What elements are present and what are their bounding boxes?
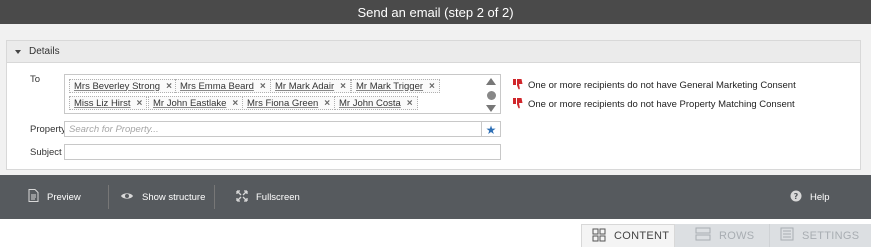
preview-button[interactable]: Preview bbox=[28, 175, 81, 219]
recipient-name: Miss Liz Hirst bbox=[74, 97, 131, 109]
property-search-input[interactable]: Search for Property... ★ bbox=[64, 121, 501, 137]
consent-warning: One or more recipients do not have Gener… bbox=[512, 78, 796, 92]
details-header-label: Details bbox=[29, 46, 60, 57]
svg-text:?: ? bbox=[794, 192, 799, 201]
fullscreen-button[interactable]: Fullscreen bbox=[236, 175, 300, 219]
remove-recipient-icon[interactable]: × bbox=[407, 98, 413, 109]
recipient-name: Mr Mark Trigger bbox=[356, 80, 424, 92]
subject-input[interactable] bbox=[64, 144, 501, 160]
subject-label: Subject bbox=[30, 147, 62, 158]
document-icon bbox=[28, 189, 39, 205]
help-icon: ? bbox=[790, 190, 802, 205]
scroll-down-icon[interactable] bbox=[486, 105, 496, 112]
recipient-name: Mr John Costa bbox=[339, 97, 401, 109]
recipient-name: Mrs Fiona Green bbox=[247, 97, 319, 109]
scroll-thumb[interactable] bbox=[486, 90, 496, 100]
rows-icon bbox=[695, 227, 711, 244]
remove-recipient-icon[interactable]: × bbox=[260, 81, 266, 92]
consent-warning: One or more recipients do not have Prope… bbox=[512, 97, 795, 111]
thumbs-down-icon bbox=[512, 97, 523, 111]
property-placeholder: Search for Property... bbox=[69, 124, 159, 135]
editor-toolbar: Preview Show structure Fullscreen ? Help bbox=[0, 175, 871, 219]
consent-warning-text: One or more recipients do not have Gener… bbox=[528, 79, 796, 91]
fullscreen-label: Fullscreen bbox=[256, 191, 300, 203]
tab-content[interactable]: CONTENT bbox=[581, 224, 675, 247]
remove-recipient-icon[interactable]: × bbox=[324, 98, 330, 109]
star-icon[interactable]: ★ bbox=[481, 122, 500, 137]
recipient-name: Mr Mark Adair bbox=[275, 80, 335, 92]
to-label: To bbox=[30, 74, 41, 85]
toolbar-divider bbox=[214, 185, 215, 209]
details-header[interactable]: Details bbox=[7, 41, 860, 63]
remove-recipient-icon[interactable]: × bbox=[340, 81, 346, 92]
tab-content-label: CONTENT bbox=[614, 230, 670, 242]
thumbs-down-icon bbox=[512, 78, 523, 92]
recipient-chip[interactable]: Mr John Eastlake × bbox=[148, 96, 244, 110]
recipient-chip[interactable]: Miss Liz Hirst × bbox=[69, 96, 148, 110]
toolbar-divider bbox=[108, 185, 109, 209]
remove-recipient-icon[interactable]: × bbox=[136, 98, 142, 109]
help-label: Help bbox=[810, 191, 830, 203]
property-label: Property bbox=[30, 124, 66, 135]
consent-warning-text: One or more recipients do not have Prope… bbox=[528, 98, 795, 110]
eye-icon bbox=[120, 190, 134, 204]
show-structure-label: Show structure bbox=[142, 191, 206, 203]
grid-icon bbox=[592, 228, 606, 245]
recipient-chip[interactable]: Mrs Fiona Green × bbox=[242, 96, 336, 110]
preview-label: Preview bbox=[47, 191, 81, 203]
remove-recipient-icon[interactable]: × bbox=[232, 98, 238, 109]
remove-recipient-icon[interactable]: × bbox=[166, 81, 172, 92]
show-structure-button[interactable]: Show structure bbox=[120, 175, 205, 219]
remove-recipient-icon[interactable]: × bbox=[429, 81, 435, 92]
recipient-name: Mrs Beverley Strong bbox=[74, 80, 161, 92]
recipients-scrollbar[interactable] bbox=[485, 78, 497, 112]
tab-rows-label: ROWS bbox=[719, 229, 755, 242]
tab-settings[interactable]: SETTINGS bbox=[769, 224, 871, 247]
scroll-up-icon[interactable] bbox=[486, 78, 496, 85]
recipient-chip[interactable]: Mrs Emma Beard × bbox=[175, 79, 271, 93]
fullscreen-icon bbox=[236, 189, 248, 205]
recipient-name: Mr John Eastlake bbox=[153, 97, 227, 109]
tab-settings-label: SETTINGS bbox=[802, 229, 860, 242]
recipient-chip[interactable]: Mr John Costa × bbox=[334, 96, 418, 110]
window-title: Send an email (step 2 of 2) bbox=[0, 0, 871, 24]
collapse-caret-icon[interactable] bbox=[15, 49, 21, 54]
help-button[interactable]: ? Help bbox=[790, 175, 830, 219]
settings-doc-icon bbox=[780, 227, 794, 244]
recipient-chip[interactable]: Mr Mark Trigger × bbox=[351, 79, 440, 93]
recipient-name: Mrs Emma Beard bbox=[180, 80, 254, 92]
recipients-field[interactable]: Mrs Beverley Strong × Mrs Emma Beard × M… bbox=[64, 74, 501, 114]
recipient-chip[interactable]: Mr Mark Adair × bbox=[270, 79, 351, 93]
tab-rows[interactable]: ROWS bbox=[675, 224, 769, 247]
recipient-chip[interactable]: Mrs Beverley Strong × bbox=[69, 79, 177, 93]
